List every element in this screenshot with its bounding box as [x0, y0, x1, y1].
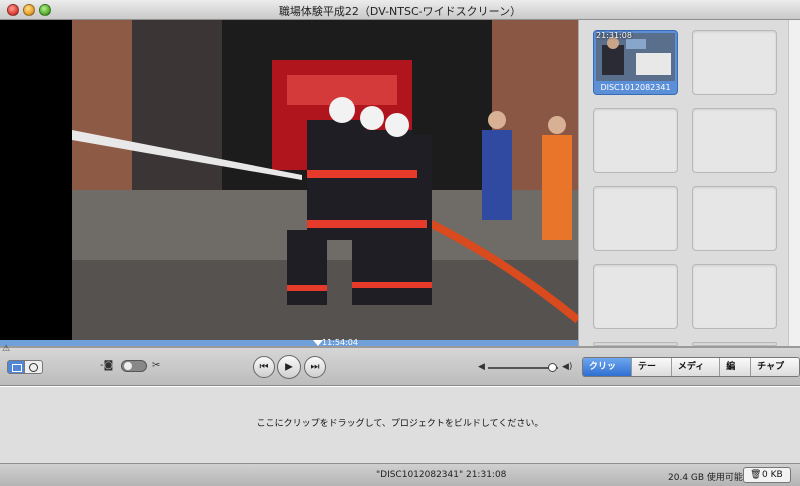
empty-clip-slot — [692, 186, 777, 251]
clip-name: DISC1012082341 — [600, 83, 671, 92]
clip-thumbnail[interactable]: 21:31:08 DISC1012082341 — [593, 30, 678, 95]
video-frame — [72, 20, 578, 340]
scissors-icon: ✂ — [152, 360, 161, 371]
rewind-icon: ⏮ — [259, 361, 269, 373]
empty-clip-slot — [593, 264, 678, 329]
drop-hint: ここにクリップをドラッグして、プロジェクトをビルドしてください。 — [256, 419, 544, 429]
forward-icon: ⏭ — [310, 361, 320, 373]
volume-high-icon: ◀) — [562, 362, 573, 372]
empty-clip-slot — [593, 186, 678, 251]
trash-button[interactable]: 🗑 0 KB — [743, 467, 791, 483]
trash-size: 0 KB — [762, 470, 783, 480]
playhead-timecode: 11:54:04 — [322, 338, 358, 347]
empty-clip-slot — [692, 30, 777, 95]
forward-button[interactable]: ⏭ — [304, 356, 326, 378]
video-viewer[interactable] — [0, 20, 578, 340]
volume-knob[interactable] — [548, 363, 557, 372]
tab-media[interactable]: メディア — [671, 358, 721, 376]
clip-preview-image — [596, 33, 675, 81]
volume-low-icon: ◀ — [478, 362, 485, 372]
clip-time: 21:31:08 — [596, 31, 632, 40]
trash-icon: 🗑 — [750, 470, 762, 480]
empty-clip-slot — [692, 108, 777, 173]
title-bar: 職場体験平成22（DV-NTSC-ワイドスクリーン） — [0, 0, 800, 20]
play-button[interactable]: ▶ — [277, 355, 301, 379]
pane-tabs: クリップ テーマ メディア 編集 チャプタ — [582, 357, 800, 377]
clip-browser: 21:31:08 DISC1012082341 — [578, 20, 800, 346]
tab-chapter[interactable]: チャプタ — [751, 358, 799, 376]
timeline-view-icon[interactable] — [25, 361, 42, 373]
window-title: 職場体験平成22（DV-NTSC-ワイドスクリーン） — [278, 5, 522, 18]
tab-edit[interactable]: 編集 — [720, 358, 752, 376]
tab-clip[interactable]: クリップ — [583, 358, 632, 376]
edit-mode-toggle[interactable] — [121, 360, 147, 372]
empty-clip-slot — [593, 108, 678, 173]
play-icon: ▶ — [285, 361, 293, 373]
rewind-button[interactable]: ⏮ — [253, 356, 275, 378]
camera-icon: -◙ — [100, 360, 114, 371]
clip-view-icon[interactable] — [8, 361, 25, 373]
browser-scrollbar[interactable] — [788, 20, 800, 346]
status-bar: "DISC1012082341" 21:31:08 20.4 GB 使用可能 🗑… — [0, 463, 800, 486]
project-drop-area[interactable]: ここにクリップをドラッグして、プロジェクトをビルドしてください。 — [0, 387, 800, 463]
selected-clip-info: "DISC1012082341" 21:31:08 — [376, 470, 507, 480]
empty-clip-slot — [692, 264, 777, 329]
view-mode-switch[interactable] — [7, 360, 43, 374]
warning-icon: ⚠ — [2, 344, 11, 354]
free-space: 20.4 GB 使用可能 — [668, 473, 743, 483]
tab-theme[interactable]: テーマ — [631, 358, 672, 376]
